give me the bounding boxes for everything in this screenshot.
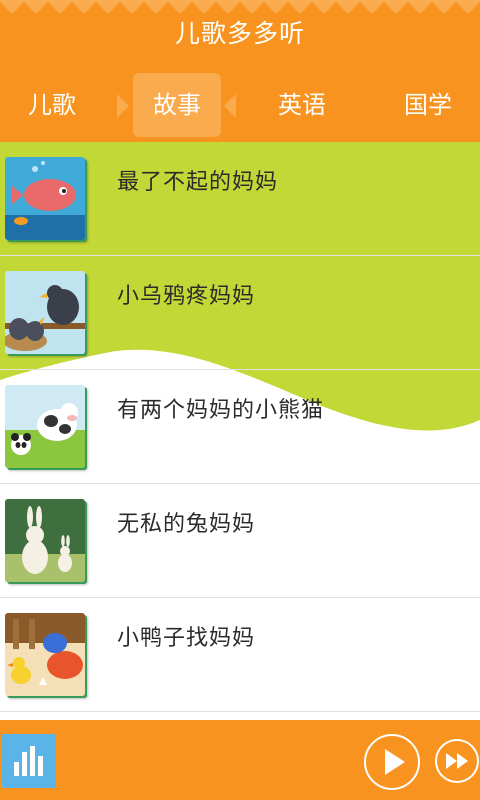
tab-chinese-classics[interactable]: 国学: [384, 73, 472, 137]
list-item[interactable]: 小乌鸦疼妈妈: [0, 256, 480, 370]
tab-indicator-left-icon: [117, 94, 129, 118]
panda-cow-illustration: [5, 385, 85, 468]
playlist-button[interactable]: [2, 734, 56, 788]
tab-stories[interactable]: 故事: [133, 73, 221, 137]
story-title: 小鸭子找妈妈: [117, 626, 256, 651]
story-title: 有两个妈妈的小熊猫: [117, 398, 325, 423]
list-item[interactable]: 最了不起的妈妈: [0, 142, 480, 256]
tab-nursery-rhymes[interactable]: 儿歌: [8, 73, 96, 137]
story-list-area[interactable]: 最了不起的妈妈 小乌鸦疼妈妈 有两个妈妈的小熊猫 无私的兔妈妈 小鸭子找妈妈: [0, 142, 480, 720]
list-item[interactable]: 小鸭子找妈妈: [0, 598, 480, 712]
rabbits-illustration: [5, 499, 85, 582]
story-title: 最了不起的妈妈: [117, 170, 279, 195]
player-bar: [0, 720, 480, 800]
app-header: 儿歌多多听 儿歌 故事 英语 国学: [0, 0, 480, 142]
next-button[interactable]: [435, 739, 479, 783]
duckling-illustration: [5, 613, 85, 696]
list-item[interactable]: 无私的兔妈妈: [0, 484, 480, 598]
tab-indicator-right-icon: [224, 94, 236, 118]
category-tabs: 儿歌 故事 英语 国学: [0, 70, 480, 140]
fish-illustration: [5, 157, 85, 240]
list-item[interactable]: 有两个妈妈的小熊猫: [0, 370, 480, 484]
equalizer-icon: [14, 746, 43, 776]
play-button[interactable]: [364, 734, 420, 790]
story-title: 小乌鸦疼妈妈: [117, 284, 256, 309]
tab-english[interactable]: 英语: [258, 73, 346, 137]
app-title: 儿歌多多听: [174, 19, 305, 48]
fast-forward-icon: [446, 753, 468, 769]
zigzag-decoration: [0, 0, 480, 14]
crows-illustration: [5, 271, 85, 354]
story-title: 无私的兔妈妈: [117, 512, 256, 537]
play-icon: [385, 749, 405, 775]
story-list: 最了不起的妈妈 小乌鸦疼妈妈 有两个妈妈的小熊猫 无私的兔妈妈 小鸭子找妈妈: [0, 142, 480, 712]
